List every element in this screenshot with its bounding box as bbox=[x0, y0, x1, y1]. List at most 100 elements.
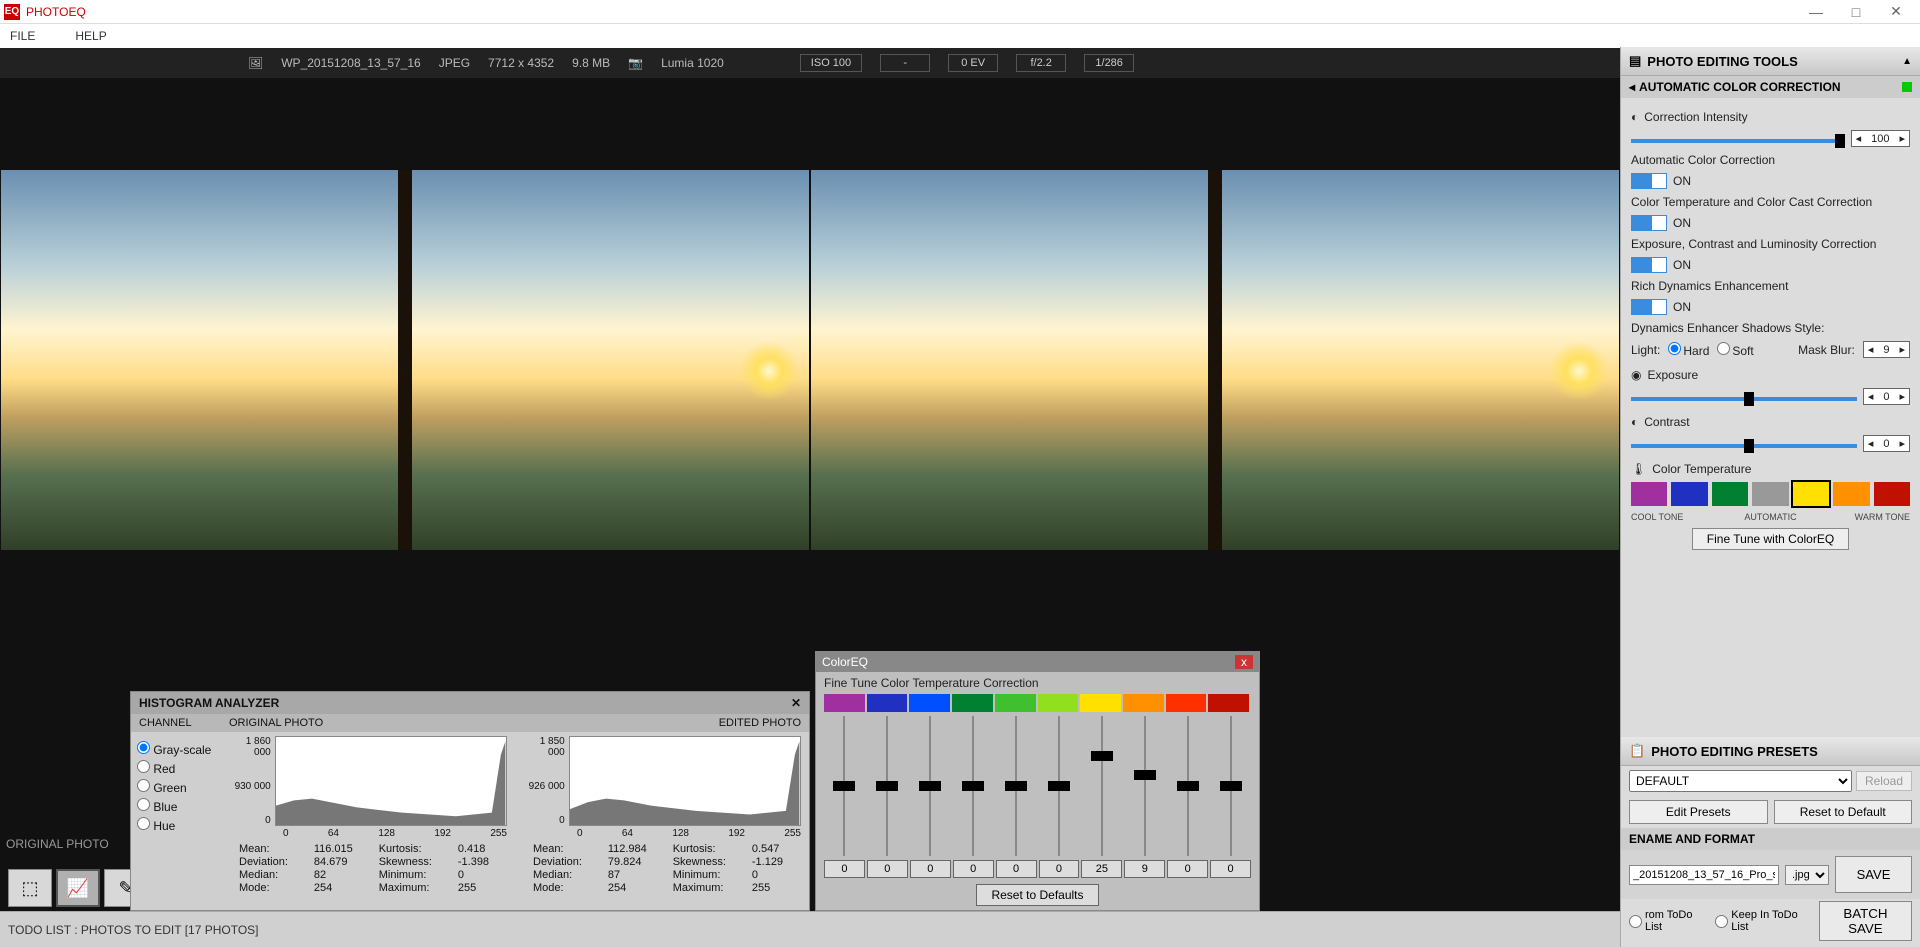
meta-format: JPEG bbox=[439, 56, 470, 70]
meta-dims: 7712 x 4352 bbox=[488, 56, 554, 70]
ceq-swatch bbox=[1123, 694, 1164, 712]
hist-original-graph: 1 860 000930 0000 064128192255 Mean:116.… bbox=[221, 732, 515, 906]
histogram-panel: HISTOGRAM ANALYZER ✕ CHANNEL ORIGINAL PH… bbox=[130, 691, 810, 911]
contrast-slider[interactable] bbox=[1631, 444, 1857, 448]
batch-save-button[interactable]: BATCH SAVE bbox=[1819, 901, 1912, 941]
ceq-value[interactable]: 0 bbox=[953, 860, 994, 878]
acc-toggle[interactable] bbox=[1631, 173, 1667, 189]
title-bar: EQ PHOTOEQ — □ ✕ bbox=[0, 0, 1920, 24]
exp-toggle[interactable] bbox=[1631, 257, 1667, 273]
intensity-stepper[interactable]: ◂100▸ bbox=[1851, 130, 1910, 147]
menu-file[interactable]: FILE bbox=[10, 29, 35, 43]
coloreq-close-icon[interactable]: x bbox=[1235, 655, 1253, 669]
exposure-label: Exposure bbox=[1647, 368, 1698, 382]
ceq-slider[interactable] bbox=[1210, 716, 1251, 856]
meta-shutter: 1/286 bbox=[1084, 54, 1134, 72]
ceq-value[interactable]: 0 bbox=[867, 860, 908, 878]
ceq-value[interactable]: 0 bbox=[996, 860, 1037, 878]
edit-presets-button[interactable]: Edit Presets bbox=[1629, 800, 1768, 824]
close-button[interactable]: ✕ bbox=[1876, 0, 1916, 24]
ceq-slider[interactable] bbox=[910, 716, 951, 856]
acc-section-header[interactable]: ◂ AUTOMATIC COLOR CORRECTION bbox=[1621, 76, 1920, 98]
clipboard-icon: 📋 bbox=[1629, 743, 1645, 759]
ceq-value[interactable]: 0 bbox=[824, 860, 865, 878]
app-title: PHOTOEQ bbox=[26, 5, 86, 19]
ceq-slider[interactable] bbox=[996, 716, 1037, 856]
ceq-value[interactable]: 0 bbox=[1039, 860, 1080, 878]
meta-filename: WP_20151208_13_57_16 bbox=[281, 56, 420, 70]
temperature-icon: 🌡 bbox=[1631, 462, 1646, 476]
channel-hue[interactable]: Hue bbox=[137, 817, 215, 833]
save-button[interactable]: SAVE bbox=[1835, 856, 1912, 893]
ceq-slider[interactable] bbox=[1124, 716, 1165, 856]
exposure-stepper[interactable]: ◂0▸ bbox=[1863, 388, 1910, 405]
ceq-value[interactable]: 9 bbox=[1124, 860, 1165, 878]
channel-green[interactable]: Green bbox=[137, 779, 215, 795]
remove-todo-radio[interactable]: rom ToDo List bbox=[1629, 909, 1705, 933]
status-bar: TODO LIST : PHOTOS TO EDIT [17 PHOTOS] bbox=[0, 911, 1620, 947]
ceq-slider[interactable] bbox=[1167, 716, 1208, 856]
ceq-value[interactable]: 0 bbox=[1167, 860, 1208, 878]
ext-select[interactable]: .jpg bbox=[1785, 865, 1829, 885]
menu-help[interactable]: HELP bbox=[75, 29, 106, 43]
contrast-stepper[interactable]: ◂0▸ bbox=[1863, 435, 1910, 452]
preset-select[interactable]: DEFAULT bbox=[1629, 770, 1852, 792]
channel-gray[interactable]: Gray-scale bbox=[137, 741, 215, 757]
reload-button[interactable]: Reload bbox=[1856, 771, 1912, 791]
meta-ev: 0 EV bbox=[948, 54, 998, 72]
exposure-slider[interactable] bbox=[1631, 397, 1857, 401]
todo-list-label[interactable]: TODO LIST : PHOTOS TO EDIT [17 PHOTOS] bbox=[8, 923, 259, 937]
camera-icon: 📷 bbox=[628, 56, 643, 70]
histogram-close-icon[interactable]: ✕ bbox=[791, 696, 801, 710]
tools-header[interactable]: ▤ PHOTO EDITING TOOLS ▲ bbox=[1621, 47, 1920, 76]
presets-header[interactable]: 📋 PHOTO EDITING PRESETS bbox=[1621, 737, 1920, 766]
ceq-swatch bbox=[1080, 694, 1121, 712]
ceq-slider[interactable] bbox=[867, 716, 908, 856]
coloreq-color-strip bbox=[824, 694, 1251, 712]
dyn-hard-radio[interactable]: Hard bbox=[1668, 342, 1709, 358]
ceq-value[interactable]: 25 bbox=[1081, 860, 1122, 878]
contrast-label: Contrast bbox=[1644, 415, 1689, 429]
channel-blue[interactable]: Blue bbox=[137, 798, 215, 814]
ceq-slider[interactable] bbox=[824, 716, 865, 856]
fine-tune-button[interactable]: Fine Tune with ColorEQ bbox=[1692, 528, 1849, 550]
crop-tool-button[interactable]: ⬚ bbox=[8, 869, 52, 907]
contrast-icon: ◐ bbox=[1631, 415, 1638, 429]
meta-aperture: f/2.2 bbox=[1016, 54, 1066, 72]
ceq-swatch bbox=[1038, 694, 1079, 712]
hist-channel-header: CHANNEL bbox=[131, 714, 221, 732]
ceq-slider[interactable] bbox=[953, 716, 994, 856]
edited-photo[interactable] bbox=[811, 170, 1619, 550]
coloreq-sliders bbox=[824, 716, 1251, 856]
original-label: ORIGINAL PHOTO bbox=[6, 837, 109, 851]
intensity-slider[interactable] bbox=[1631, 139, 1845, 143]
keep-todo-radio[interactable]: Keep In ToDo List bbox=[1715, 909, 1809, 933]
ceq-value[interactable]: 0 bbox=[1210, 860, 1251, 878]
reset-default-button[interactable]: Reset to Default bbox=[1774, 800, 1913, 824]
minimize-button[interactable]: — bbox=[1796, 0, 1836, 24]
app-logo: EQ bbox=[4, 4, 20, 20]
ceq-slider[interactable] bbox=[1081, 716, 1122, 856]
mask-blur-stepper[interactable]: ◂9▸ bbox=[1863, 341, 1910, 358]
ceq-value[interactable]: 0 bbox=[910, 860, 951, 878]
dyn-soft-radio[interactable]: Soft bbox=[1717, 342, 1753, 358]
channel-red[interactable]: Red bbox=[137, 760, 215, 776]
filename-input[interactable] bbox=[1629, 865, 1779, 885]
histogram-tool-button[interactable]: 📈 bbox=[56, 869, 100, 907]
ceq-swatch bbox=[1208, 694, 1249, 712]
ct-swatches[interactable] bbox=[1631, 482, 1910, 506]
meta-size: 9.8 MB bbox=[572, 56, 610, 70]
collapse-icon[interactable]: ▲ bbox=[1902, 56, 1912, 67]
coloreq-reset-button[interactable]: Reset to Defaults bbox=[976, 884, 1098, 906]
dyn-label: Dynamics Enhancer Shadows Style: bbox=[1631, 321, 1910, 335]
ct-label: Color Temperature bbox=[1652, 462, 1751, 476]
maximize-button[interactable]: □ bbox=[1836, 0, 1876, 24]
rich-toggle[interactable] bbox=[1631, 299, 1667, 315]
ceq-slider[interactable] bbox=[1039, 716, 1080, 856]
view-tools: ⬚ 📈 ✎ bbox=[8, 865, 148, 911]
temp-toggle[interactable] bbox=[1631, 215, 1667, 231]
coloreq-panel: ColorEQ x Fine Tune Color Temperature Co… bbox=[815, 651, 1260, 911]
save-header: ENAME AND FORMAT bbox=[1621, 828, 1920, 850]
ceq-swatch bbox=[952, 694, 993, 712]
original-photo[interactable] bbox=[1, 170, 809, 550]
